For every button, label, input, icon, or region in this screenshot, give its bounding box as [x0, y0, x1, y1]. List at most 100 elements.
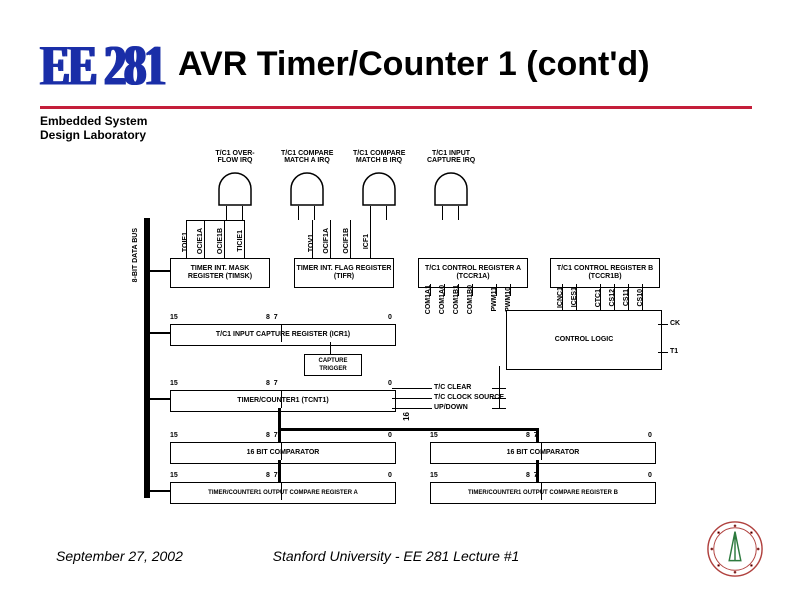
- b0-ca: 0: [388, 432, 392, 439]
- bit-toie1: TOIE1: [182, 232, 189, 252]
- w: [150, 490, 170, 492]
- w: [370, 206, 371, 220]
- w: [226, 220, 244, 221]
- reg-ocrb: TIMER/COUNTER1 OUTPUT COMPARE REGISTER B: [430, 482, 656, 504]
- w: [226, 206, 227, 220]
- ck-label: CK: [670, 320, 680, 327]
- bus-16: 16: [402, 412, 411, 421]
- w: [330, 220, 331, 258]
- and-gate-capture: [434, 172, 468, 206]
- w: [278, 428, 538, 431]
- control-logic: CONTROL LOGIC: [506, 310, 662, 370]
- w: [278, 428, 281, 442]
- bit-cs11: CS11: [623, 289, 630, 306]
- reg-icr1: T/C1 INPUT CAPTURE REGISTER (ICR1): [170, 324, 396, 346]
- bit-cs10: CS10: [637, 289, 644, 307]
- w: [298, 206, 299, 220]
- w: [370, 220, 371, 258]
- subhead-l1: Embedded System: [40, 114, 147, 128]
- w: [186, 220, 226, 221]
- data-bus: [144, 218, 150, 498]
- ctrl-updown: UP/DOWN: [434, 404, 468, 411]
- b15-oa: 15: [170, 472, 178, 479]
- w: [278, 408, 281, 430]
- w: [350, 220, 351, 258]
- bit-ocif1b: OCIF1B: [343, 228, 350, 254]
- w: [658, 352, 668, 353]
- subhead-l2: Design Laboratory: [40, 128, 147, 142]
- w: [442, 206, 443, 220]
- w: [150, 332, 170, 334]
- comparator-a: 16 BIT COMPARATOR: [170, 442, 396, 464]
- reg-tccr1b: T/C1 CONTROL REGISTER B (TCCR1B): [550, 258, 660, 288]
- w: [392, 388, 432, 389]
- block-diagram: T/C1 OVER- FLOW IRQ T/C1 COMPARE MATCH A…: [134, 150, 682, 520]
- bit0-tcnt: 0: [388, 380, 392, 387]
- w: [224, 220, 225, 258]
- bit-ticie1: TICIE1: [237, 230, 244, 252]
- irq-label-matchb: T/C1 COMPARE MATCH B IRQ: [353, 150, 405, 164]
- bit-icf1: ICF1: [363, 234, 370, 249]
- w: [541, 482, 542, 500]
- w: [492, 408, 506, 409]
- capture-trigger: CAPTURE TRIGGER: [304, 354, 362, 376]
- w: [281, 324, 282, 342]
- bit-pwm11: PWM11: [491, 287, 498, 312]
- w: [281, 482, 282, 500]
- course-logo: EE 281: [40, 32, 164, 98]
- reg-tccr1a: T/C1 CONTROL REGISTER A (TCCR1A): [418, 258, 528, 288]
- lab-subheading: Embedded System Design Laboratory: [40, 114, 147, 142]
- w: [150, 398, 170, 400]
- slide: { "header": { "logo": "EE 281", "title":…: [0, 0, 792, 594]
- bit-ctc1: CTC1: [595, 289, 602, 307]
- b87-ca: 8 7: [266, 432, 278, 439]
- footer-center: Stanford University - EE 281 Lecture #1: [0, 548, 792, 564]
- reg-timsk: TIMER INT. MASK REGISTER (TIMSK): [170, 258, 270, 288]
- and-gate-overflow: [218, 172, 252, 206]
- bit-ocie1b: OCIE1B: [217, 228, 224, 254]
- w: [204, 220, 205, 258]
- bit-icnc1: ICNC1: [557, 287, 564, 308]
- w: [242, 206, 243, 220]
- bit-com1b0: COM1B0: [467, 285, 474, 314]
- bit-cs12: CS12: [609, 289, 616, 307]
- w: [330, 342, 331, 354]
- t1-label: T1: [670, 348, 678, 355]
- bit0-icr: 0: [388, 314, 392, 321]
- w: [386, 206, 387, 220]
- b0-cb: 0: [648, 432, 652, 439]
- stanford-seal-icon: [706, 520, 764, 578]
- w: [392, 408, 432, 409]
- w: [458, 206, 459, 220]
- w: [658, 324, 668, 325]
- comparator-b: 16 BIT COMPARATOR: [430, 442, 656, 464]
- slide-title: AVR Timer/Counter 1 (cont'd): [178, 45, 650, 84]
- and-gate-matchb: [362, 172, 396, 206]
- bit-com1b1: COM1B1: [453, 285, 460, 314]
- w: [541, 442, 542, 460]
- b87-ob: 8 7: [526, 472, 538, 479]
- b87-oa: 8 7: [266, 472, 278, 479]
- w: [244, 220, 245, 258]
- and-gate-matcha: [290, 172, 324, 206]
- b15-cb: 15: [430, 432, 438, 439]
- bit-com1a0: COM1A0: [439, 285, 446, 314]
- irq-label-capture: T/C1 INPUT CAPTURE IRQ: [427, 150, 475, 164]
- w: [281, 390, 282, 408]
- bit-ices1: ICES1: [571, 287, 578, 307]
- reg-ocra: TIMER/COUNTER1 OUTPUT COMPARE REGISTER A: [170, 482, 396, 504]
- ctrl-clear: T/C CLEAR: [434, 384, 471, 391]
- b87-cb: 8 7: [526, 432, 538, 439]
- bit-ocie1a: OCIE1A: [197, 228, 204, 254]
- bit87-icr: 8 7: [266, 314, 278, 321]
- b0-ob: 0: [648, 472, 652, 479]
- data-bus-label: 8-BIT DATA BUS: [132, 228, 139, 282]
- bit-com1a1: COM1A1: [425, 285, 432, 314]
- bit15-tcnt: 15: [170, 380, 178, 387]
- w: [278, 460, 281, 482]
- w: [281, 442, 282, 460]
- reg-tcnt1: TIMER/COUNTER1 (TCNT1): [170, 390, 396, 412]
- b0-oa: 0: [388, 472, 392, 479]
- bit-tov1: TOV1: [308, 234, 315, 252]
- b15-ca: 15: [170, 432, 178, 439]
